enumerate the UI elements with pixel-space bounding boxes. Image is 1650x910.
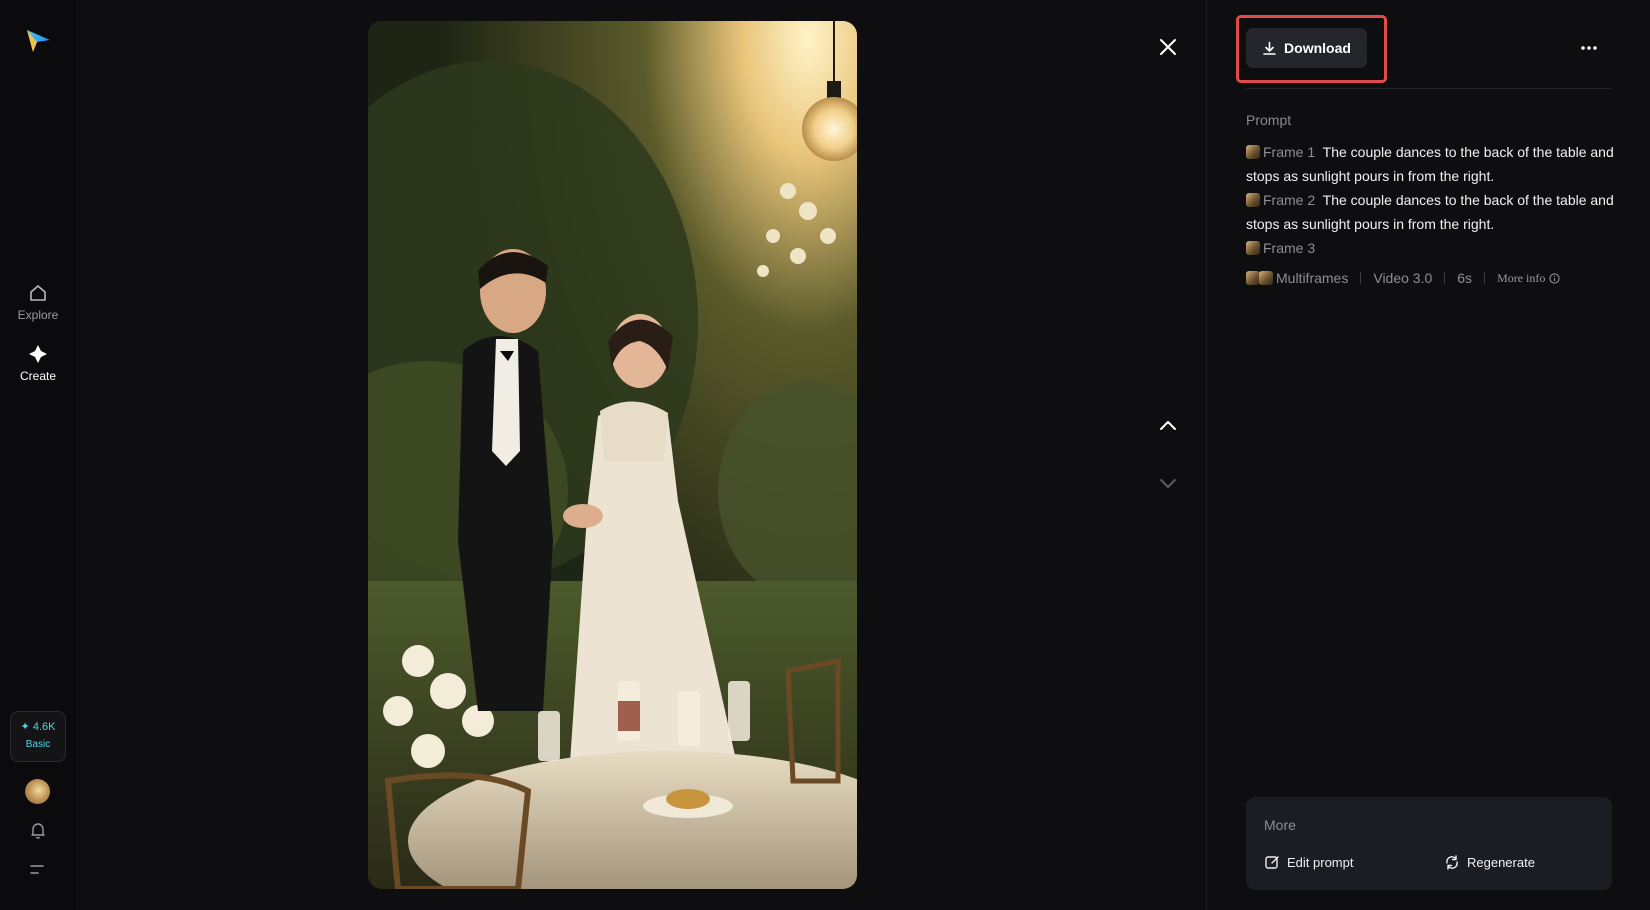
frame-thumbnail xyxy=(1246,193,1260,207)
meta-separator xyxy=(1444,272,1446,284)
prompt-frame-2: Frame 2 The couple dances to the back of… xyxy=(1246,188,1614,236)
frame-thumbnail xyxy=(1246,145,1260,159)
wedding-scene-illustration xyxy=(368,21,857,889)
more-title: More xyxy=(1264,817,1296,833)
edit-prompt-button[interactable]: Edit prompt xyxy=(1264,854,1353,870)
download-label: Download xyxy=(1284,40,1351,56)
prompt-frame-1: Frame 1 The couple dances to the back of… xyxy=(1246,140,1614,188)
paper-plane-logo-icon[interactable] xyxy=(25,27,52,54)
meta-duration: 6s xyxy=(1457,270,1473,286)
avatar[interactable] xyxy=(25,779,50,804)
wedding-couple-image[interactable] xyxy=(368,21,857,889)
more-actions-card: More Edit prompt Regenerate xyxy=(1246,797,1612,890)
prompt-frame-3: Frame 3 xyxy=(1246,236,1614,260)
more-options-icon[interactable] xyxy=(1578,37,1600,59)
frame-tag: Frame 3 xyxy=(1263,240,1316,256)
app-window: Explore Create ✦ 4.6K Basic Download Pro… xyxy=(0,0,1650,910)
nav-create[interactable]: Create xyxy=(0,343,76,383)
info-icon[interactable] xyxy=(1549,272,1560,284)
download-icon xyxy=(1263,41,1276,55)
meta-separator xyxy=(1484,272,1486,284)
header-divider xyxy=(1246,88,1611,89)
multiframe-thumbnail xyxy=(1259,271,1273,285)
bell-icon[interactable] xyxy=(28,820,48,840)
multiframe-thumbnail xyxy=(1246,271,1260,285)
details-panel: Download Prompt Frame 1 The couple dance… xyxy=(1207,0,1650,910)
regenerate-icon xyxy=(1446,855,1458,870)
prompt-text: Frame 1 The couple dances to the back of… xyxy=(1246,140,1614,260)
generation-meta: Multiframes Video 3.0 6s More info xyxy=(1246,270,1560,286)
edit-icon xyxy=(1265,856,1279,869)
edit-prompt-label: Edit prompt xyxy=(1287,854,1354,870)
frame-thumbnail xyxy=(1246,241,1260,255)
close-icon[interactable] xyxy=(1157,36,1179,58)
download-button[interactable]: Download xyxy=(1246,28,1367,68)
left-sidebar: Explore Create ✦ 4.6K Basic xyxy=(0,0,76,910)
meta-separator xyxy=(1360,272,1362,284)
menu-icon[interactable] xyxy=(29,862,47,878)
chevron-up-icon[interactable] xyxy=(1157,415,1179,437)
plan-label: Basic xyxy=(25,739,51,750)
meta-model: Video 3.0 xyxy=(1373,270,1433,286)
credit-amount: ✦ 4.6K xyxy=(20,721,56,733)
credits-badge[interactable]: ✦ 4.6K Basic xyxy=(10,711,66,762)
nav-explore-label: Explore xyxy=(17,308,59,322)
nav-explore[interactable]: Explore xyxy=(0,282,76,322)
frame-tag: Frame 2 xyxy=(1263,192,1316,208)
nav-create-label: Create xyxy=(19,369,57,383)
sparkle-icon xyxy=(29,345,47,363)
frame-tag: Frame 1 xyxy=(1263,144,1316,160)
regenerate-button[interactable]: Regenerate xyxy=(1444,854,1535,870)
prompt-label: Prompt xyxy=(1246,112,1292,128)
regenerate-label: Regenerate xyxy=(1467,854,1535,870)
home-icon xyxy=(30,285,46,301)
chevron-down-icon[interactable] xyxy=(1157,472,1179,494)
meta-mode: Multiframes xyxy=(1276,270,1349,286)
more-info-link[interactable]: More info xyxy=(1497,271,1545,286)
